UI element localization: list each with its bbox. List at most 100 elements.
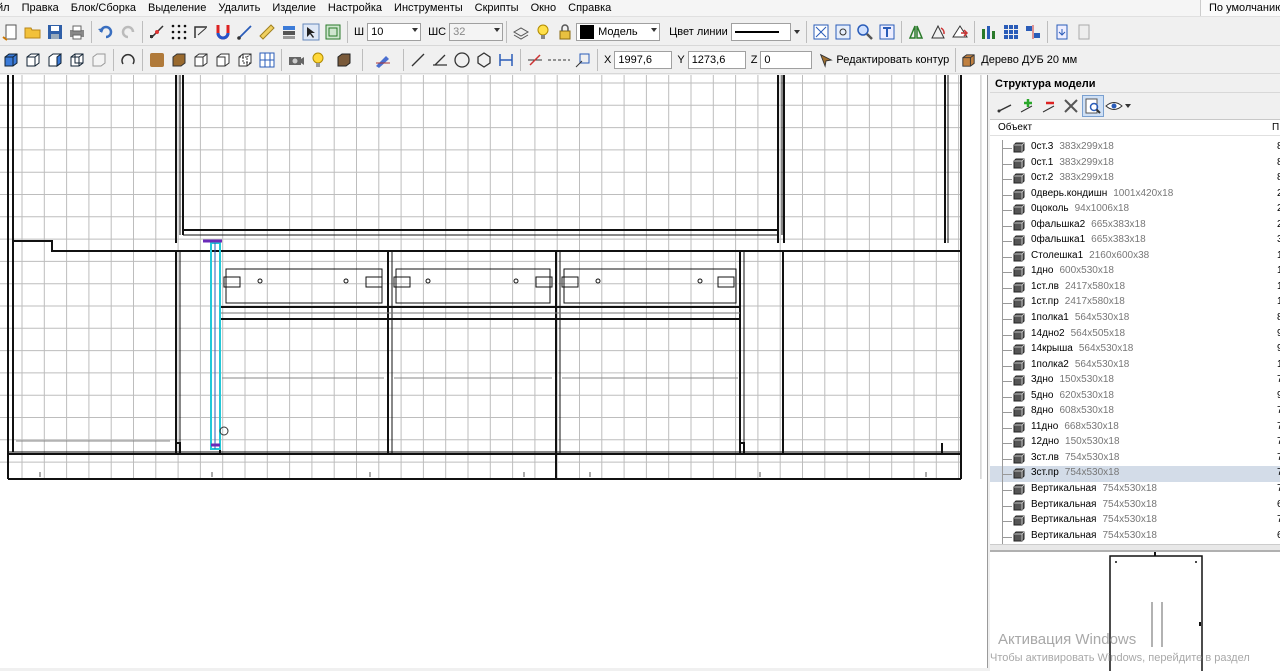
circle-draw-button[interactable] [451,49,473,71]
trim-button[interactable] [524,49,546,71]
tree-remove-button[interactable] [1038,95,1060,117]
light-button[interactable] [307,49,329,71]
line-style-dropdown[interactable] [791,21,803,43]
render-wire-button[interactable] [190,49,212,71]
grid-snap-button[interactable] [168,21,190,43]
tree-item[interactable]: Вертикальная 754x530x18 7 [990,513,1280,529]
tree-item[interactable]: 0цоколь 94x1006x18 2 [990,202,1280,218]
open-file-button[interactable] [22,21,44,43]
orbit-button[interactable] [117,49,139,71]
workspace-combo[interactable]: По умолчанию [1200,0,1280,16]
dimension-button[interactable] [495,49,517,71]
render-xray-button[interactable] [234,49,256,71]
magnet-button[interactable] [212,21,234,43]
undo-button[interactable] [95,21,117,43]
mirror-button[interactable] [905,21,927,43]
menu-item[interactable]: Скрипты [469,0,525,16]
tree-find-button[interactable] [1082,95,1104,117]
tree-item[interactable]: 0дверь.кондишн 1001x420x18 2 [990,186,1280,203]
distribute-button[interactable] [978,21,1000,43]
tree-item[interactable]: 14крыша 564x530x18 9 [990,342,1280,358]
tree-line-button[interactable] [994,95,1016,117]
tree-item[interactable]: Вертикальная 754x530x18 6 [990,528,1280,545]
angle-draw-button[interactable] [429,49,451,71]
tree-item[interactable]: Вертикальная 754x530x18 6 [990,497,1280,514]
print-button[interactable] [66,21,88,43]
tree-item[interactable]: 8дно 608x530x18 7 [990,404,1280,420]
snap-points-button[interactable] [146,21,168,43]
tree-item[interactable]: 0ст.2 383x299x18 8 [990,171,1280,187]
lock-button[interactable] [554,21,576,43]
save-button[interactable] [44,21,66,43]
edit-contour-button[interactable]: Редактировать контур [812,49,951,71]
tree-tools-button[interactable] [1060,95,1082,117]
y-coordinate-field[interactable]: 1273,6 [687,51,746,69]
tree-item[interactable]: 1ст.пр 2417x580x18 1 [990,295,1280,312]
menu-item[interactable]: Правка [16,0,65,16]
tree-item[interactable]: 1ст.лв 2417x580x18 1 [990,279,1280,296]
render-hidden-button[interactable] [212,49,234,71]
menu-item[interactable]: Окно [525,0,563,16]
tree-item[interactable]: 1полка2 564x530x18 1 [990,357,1280,374]
align-button[interactable] [1022,21,1044,43]
render-solid-button[interactable] [168,49,190,71]
model-tree[interactable]: 0ст.3 383x299x18 8 0ст.1 383x299x18 8 0ст.2 383… [990,140,1280,546]
menu-item[interactable]: Инструменты [388,0,469,16]
tree-item[interactable]: 14дно2 564x505x18 9 [990,326,1280,343]
tree-item[interactable]: 1дно 600x530x18 1 [990,264,1280,280]
tree-item[interactable]: 0фальшка1 665x383x18 3 [990,233,1280,249]
rotate-button[interactable] [927,21,949,43]
step-combo[interactable]: 32 [449,23,504,41]
move-button[interactable] [949,21,971,43]
x-coordinate-field[interactable]: 1997,6 [614,51,673,69]
zoom-window-button[interactable] [832,21,854,43]
layer-combo[interactable]: Модель [576,23,661,41]
menu-item[interactable]: Справка [562,0,617,16]
tree-item[interactable]: 3ст.пр 754x530x18 7 [990,466,1280,483]
menu-item[interactable]: Выделение [142,0,212,16]
menu-item[interactable]: Блок/Сборка [65,0,142,16]
view-left-button[interactable] [44,49,66,71]
width-combo[interactable]: 10 [367,23,422,41]
export-button[interactable] [1051,21,1073,43]
tree-item[interactable]: 3дно 150x530x18 7 [990,373,1280,389]
tree-item[interactable]: 11дно 668x530x18 7 [990,419,1280,436]
menu-item[interactable]: Настройка [322,0,388,16]
zoom-button[interactable] [854,21,876,43]
menu-item[interactable]: йл [0,0,16,16]
polygon-draw-button[interactable] [473,49,495,71]
tree-item[interactable]: 12дно 150x530x18 7 [990,435,1280,451]
tree-item[interactable]: 1полка1 564x530x18 8 [990,311,1280,327]
tree-item[interactable]: 5дно 620x530x18 9 [990,388,1280,405]
layer-visibility-button[interactable] [510,21,532,43]
view-top-button[interactable] [88,49,110,71]
tree-item[interactable]: Столешка1 2160x600x38 1 [990,248,1280,265]
line-draw-button[interactable] [407,49,429,71]
assembly-button[interactable] [322,21,344,43]
line-tool-button[interactable] [234,21,256,43]
offset-button[interactable] [572,49,594,71]
select-mode-button[interactable] [300,21,322,43]
tree-item[interactable]: Вертикальная 754x530x18 7 [990,482,1280,498]
tree-item[interactable]: 3ст.лв 754x530x18 7 [990,450,1280,467]
import-button[interactable] [1073,21,1095,43]
z-coordinate-field[interactable]: 0 [760,51,813,69]
array-button[interactable] [1000,21,1022,43]
tree-item[interactable]: 0ст.1 383x299x18 8 [990,155,1280,172]
text-tool-button[interactable] [876,21,898,43]
material-view-button[interactable] [329,49,359,71]
lightbulb-button[interactable] [532,21,554,43]
drawing-canvas[interactable] [0,75,988,668]
tree-add-button[interactable] [1016,95,1038,117]
line-style-combo[interactable] [730,23,791,41]
tree-item[interactable]: 0ст.3 383x299x18 8 [990,140,1280,156]
render-texture-button[interactable] [146,49,168,71]
view-right-button[interactable] [66,49,88,71]
tree-item[interactable]: 0фальшка2 665x383x18 2 [990,217,1280,234]
tree-visibility-button[interactable] [1104,95,1132,117]
dashed-line-button[interactable] [546,49,572,71]
material-selector[interactable]: Дерево ДУБ 20 мм [955,48,1081,72]
menu-item[interactable]: Удалить [212,0,266,16]
draw-tool-button[interactable] [366,49,400,71]
view-front-button[interactable] [0,49,22,71]
